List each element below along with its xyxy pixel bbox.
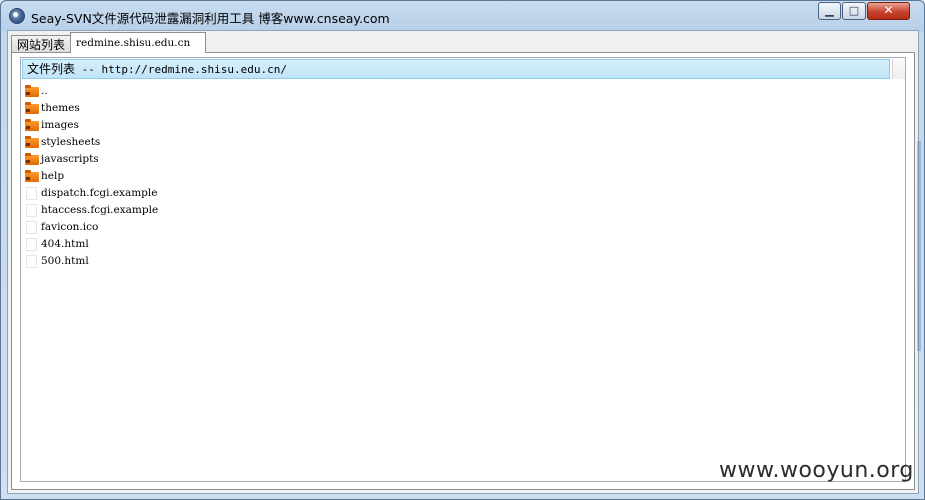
item-name: images [41,119,79,131]
watermark-text: www.wooyun.org [719,458,914,483]
folder-icon [25,136,39,148]
file-list-header-label: 文件列表 [27,62,76,76]
app-icon[interactable] [9,8,25,24]
item-name: 500.html [41,255,89,267]
folder-icon [25,102,39,114]
app-window: Seay-SVN文件源代码泄露漏洞利用工具 博客www.cnseay.com ▁… [0,0,925,500]
file-icon [26,255,37,268]
item-name: help [41,170,65,182]
close-button[interactable]: ✕ [867,2,910,20]
item-name: htaccess.fcgi.example [41,204,159,216]
file-icon [26,221,37,234]
folder-icon [25,119,39,131]
maximize-button[interactable]: □ [842,2,866,20]
client-area: 网站列表 redmine.shisu.edu.cn 文件列表 -- http:/… [7,30,919,494]
file-list-header[interactable]: 文件列表 -- http://redmine.shisu.edu.cn/ [22,59,890,79]
folder-icon [25,153,39,165]
minimize-button[interactable]: ▁ [818,2,841,20]
file-icon [26,187,37,200]
item-name: .. [41,85,48,97]
item-name: themes [41,102,80,114]
window-title: Seay-SVN文件源代码泄露漏洞利用工具 博客www.cnseay.com [31,11,390,26]
item-name: javascripts [41,153,99,165]
header-filler [892,59,905,79]
file-list-header-path: -- http://redmine.shisu.edu.cn/ [75,63,287,76]
folder-icon [25,170,39,182]
item-name: stylesheets [41,136,101,148]
file-icon [26,204,37,217]
item-name: 404.html [41,238,89,250]
file-list-view[interactable]: 文件列表 -- http://redmine.shisu.edu.cn/ .. … [20,57,906,482]
folder-icon [25,85,39,97]
tab-redmine-site[interactable]: redmine.shisu.edu.cn [70,32,206,53]
item-name: dispatch.fcgi.example [41,187,158,199]
window-resize-edge[interactable] [917,141,921,351]
title-bar[interactable]: Seay-SVN文件源代码泄露漏洞利用工具 博客www.cnseay.com ▁… [1,1,924,31]
item-name: favicon.ico [41,221,99,233]
tab-site-list[interactable]: 网站列表 [11,35,71,52]
file-icon [26,238,37,251]
tab-panel: 文件列表 -- http://redmine.shisu.edu.cn/ .. … [11,52,915,490]
